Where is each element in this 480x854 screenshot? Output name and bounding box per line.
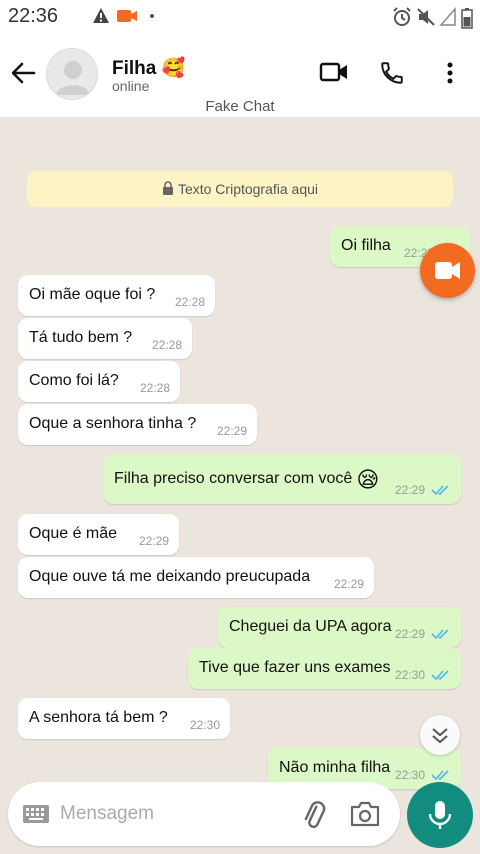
- double-check-icon: [431, 629, 449, 640]
- message-bubble[interactable]: Oque é mãe 22:29: [18, 514, 179, 555]
- contact-status: online: [112, 78, 150, 94]
- message-text: A senhora tá bem ?: [29, 709, 168, 726]
- message-text: Filha preciso conversar com você 😪: [114, 467, 379, 493]
- message-time: 22:29: [394, 627, 425, 641]
- watermark-label: Fake Chat: [205, 98, 275, 115]
- message-text: Tive que fazer uns exames: [199, 659, 391, 676]
- message-text: Oi mãe oque foi ?: [29, 286, 156, 303]
- double-check-icon: [431, 670, 449, 681]
- message-input-bar[interactable]: Mensagem: [8, 782, 400, 846]
- contact-name[interactable]: Filha 🥰: [112, 56, 185, 80]
- message-text: Oque a senhora tinha ?: [29, 415, 197, 432]
- message-time: 22:29: [138, 534, 169, 548]
- message-bubble[interactable]: Tive que fazer uns exames 22:30: [188, 648, 461, 689]
- message-text-content: Filha preciso conversar com você: [114, 470, 353, 487]
- message-bubble[interactable]: Tá tudo bem ? 22:28: [18, 318, 192, 359]
- screen-recorder-button[interactable]: [420, 243, 475, 298]
- message-bubble[interactable]: Como foi lá? 22:28: [18, 361, 180, 402]
- battery-icon: [461, 8, 473, 29]
- phone-icon[interactable]: [379, 60, 405, 86]
- double-check-icon: [431, 770, 449, 781]
- mute-icon: [417, 8, 435, 26]
- message-emoji: 😪: [356, 467, 380, 492]
- message-time: 22:28: [151, 338, 182, 352]
- message-time: 22:30: [394, 768, 425, 782]
- message-text: Não minha filha: [279, 759, 391, 776]
- avatar-placeholder-icon: [56, 61, 90, 95]
- camera-icon[interactable]: [350, 801, 380, 827]
- message-time: 22:29: [394, 483, 425, 497]
- encryption-notice-text: Texto Criptografia aqui: [177, 181, 319, 197]
- chat-area[interactable]: Texto Criptografia aqui Oi filha 22:28 O…: [0, 118, 480, 854]
- message-time: 22:28: [139, 381, 170, 395]
- message-time: 22:30: [189, 718, 220, 732]
- message-text: Cheguei da UPA agora: [229, 618, 392, 635]
- encryption-notice[interactable]: Texto Criptografia aqui: [27, 171, 453, 207]
- message-time: 22:28: [174, 295, 205, 309]
- scroll-to-bottom-button[interactable]: [420, 715, 460, 755]
- keyboard-icon[interactable]: [22, 804, 50, 824]
- message-bubble[interactable]: Cheguei da UPA agora 22:29: [218, 607, 461, 648]
- chat-header: Filha 🥰 online Fake Chat: [0, 34, 480, 118]
- message-bubble[interactable]: Oque a senhora tinha ? 22:29: [18, 404, 257, 445]
- message-text: Oi filha: [341, 237, 391, 254]
- voice-record-button[interactable]: [407, 782, 473, 848]
- dot-icon: [150, 14, 154, 18]
- message-text: Como foi lá?: [29, 372, 119, 389]
- more-options-icon[interactable]: [440, 60, 460, 86]
- video-call-icon[interactable]: [319, 60, 349, 84]
- status-bar: 22:36: [0, 0, 480, 34]
- contact-name-text: Filha: [112, 58, 157, 79]
- message-bubble[interactable]: Oi mãe oque foi ? 22:28: [18, 275, 215, 316]
- message-bubble[interactable]: Filha preciso conversar com você 😪 22:29: [103, 454, 461, 504]
- signal-icon: [439, 7, 456, 26]
- message-bubble[interactable]: A senhora tá bem ? 22:30: [18, 698, 230, 739]
- status-time: 22:36: [8, 5, 59, 27]
- alarm-icon: [393, 7, 411, 26]
- microphone-icon: [428, 801, 452, 829]
- message-text: Oque é mãe: [29, 525, 118, 542]
- video-camera-icon: [435, 262, 460, 279]
- avatar[interactable]: [46, 48, 98, 100]
- message-text: Oque ouve tá me deixando preucupada: [29, 568, 311, 585]
- double-chevron-down-icon: [432, 728, 448, 744]
- message-bubble[interactable]: Oque ouve tá me deixando preucupada 22:2…: [18, 557, 374, 598]
- message-time: 22:30: [394, 668, 425, 682]
- message-time: 22:29: [333, 577, 364, 591]
- video-recording-icon: [117, 10, 137, 22]
- message-time: 22:29: [216, 424, 247, 438]
- contact-name-emoji: 🥰: [161, 58, 186, 79]
- warning-icon: [93, 8, 109, 23]
- message-input[interactable]: Mensagem: [60, 803, 154, 825]
- message-text: Tá tudo bem ?: [29, 329, 133, 346]
- back-arrow-icon[interactable]: [10, 60, 36, 86]
- lock-icon: [162, 181, 173, 195]
- attach-icon[interactable]: [298, 799, 330, 831]
- double-check-icon: [431, 485, 449, 496]
